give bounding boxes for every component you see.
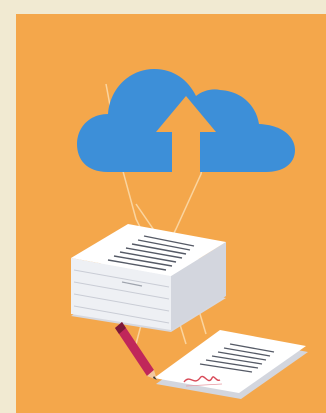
upload-illustration xyxy=(71,69,308,399)
upload-illustration-panel xyxy=(16,14,326,413)
pen-icon xyxy=(115,322,157,380)
page-background xyxy=(0,0,326,413)
signed-document-icon xyxy=(154,330,308,399)
paper-stack-icon xyxy=(71,224,226,332)
cloud-upload-icon xyxy=(77,69,295,174)
